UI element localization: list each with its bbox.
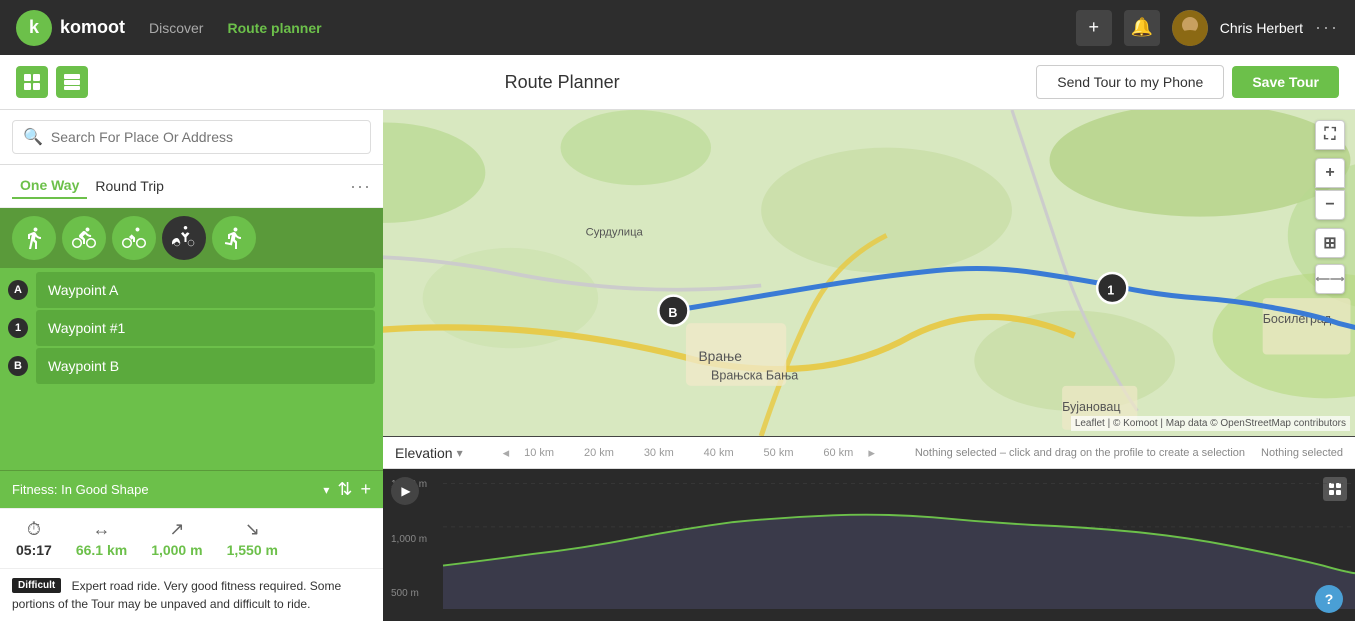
elevation-panel: Elevation ▾ ◂ 10 km 20 km 30 km 40 km 50… (383, 436, 1355, 621)
stat-descent-value: 1,550 m (227, 542, 278, 558)
stats-bar: ⏱ 05:17 ↔ 66.1 km ↗ 1,000 m ↘ 1,550 m (0, 508, 383, 568)
bearing-button[interactable]: ⟵⟶ (1315, 264, 1345, 294)
stat-ascent: ↗ 1,000 m (151, 519, 202, 558)
add-waypoint-button[interactable]: + (360, 479, 371, 500)
stat-descent: ↘ 1,550 m (227, 519, 278, 558)
more-options-icon[interactable]: ··· (1315, 17, 1339, 38)
waypoint-a: A (0, 272, 383, 308)
svg-text:Врањска Бања: Врањска Бања (711, 369, 798, 383)
elevation-chart[interactable]: ▶ 1,500 m 1,000 m 500 m (383, 469, 1355, 609)
user-name: Chris Herbert (1220, 20, 1303, 36)
waypoint-a-label: A (8, 280, 28, 300)
layout-button-1[interactable] (16, 66, 48, 98)
elevation-nothing-selected: Nothing selected (1261, 447, 1343, 459)
stat-ascent-value: 1,000 m (151, 542, 202, 558)
stat-distance-value: 66.1 km (76, 542, 127, 558)
elevation-title: Elevation (395, 445, 453, 461)
zoom-in-button[interactable]: + (1315, 158, 1345, 188)
search-input[interactable] (51, 129, 360, 145)
waypoint-1: 1 (0, 310, 383, 346)
activity-cycling[interactable] (62, 216, 106, 260)
one-way-button[interactable]: One Way (12, 173, 87, 199)
play-icon: ▶ (401, 484, 410, 498)
activity-running[interactable] (212, 216, 256, 260)
activity-bar (0, 208, 383, 268)
activity-mountain-bike[interactable] (112, 216, 156, 260)
elevation-header: Elevation ▾ ◂ 10 km 20 km 30 km 40 km 50… (383, 437, 1355, 469)
difficulty-description: Expert road ride. Very good fitness requ… (12, 579, 341, 611)
map-attribution: Leaflet | © Komoot | Map data © OpenStre… (1071, 416, 1350, 431)
elevation-svg (383, 469, 1355, 609)
nav-discover[interactable]: Discover (149, 20, 203, 36)
reorder-button[interactable]: ⇅ (337, 479, 352, 500)
fitness-label: Fitness: In Good Shape (12, 482, 315, 497)
waypoint-1-label: 1 (8, 318, 28, 338)
save-tour-button[interactable]: Save Tour (1232, 66, 1339, 98)
top-navigation: k komoot Discover Route planner + 🔔 Chri… (0, 0, 1355, 55)
elevation-notice: Nothing selected – click and drag on the… (915, 447, 1245, 459)
logo[interactable]: k komoot (16, 10, 125, 46)
time-icon: ⏱ (27, 519, 41, 540)
waypoint-b-label: B (8, 356, 28, 376)
map-container[interactable]: Врање Врањска Бања Бујановац Босилеград … (383, 110, 1355, 436)
logo-text: komoot (60, 17, 125, 38)
search-section: 🔍 (0, 110, 383, 165)
activity-road-bike[interactable] (162, 216, 206, 260)
waypoint-1-input[interactable] (36, 310, 375, 346)
left-panel: 🔍 One Way Round Trip ··· (0, 110, 383, 621)
notifications-button[interactable]: 🔔 (1124, 10, 1160, 46)
send-tour-button[interactable]: Send Tour to my Phone (1036, 65, 1224, 99)
difficulty-bar: Difficult Expert road ride. Very good fi… (0, 568, 383, 621)
fitness-bar: Fitness: In Good Shape ▾ ⇅ + (0, 470, 383, 508)
svg-text:Врање: Врање (698, 349, 742, 364)
waypoints-list: A 1 B (0, 268, 383, 470)
top-nav-right: + 🔔 Chris Herbert ··· (1076, 10, 1339, 46)
stat-distance: ↔ 66.1 km (76, 519, 127, 558)
trip-type-bar: One Way Round Trip ··· (0, 165, 383, 208)
logo-icon: k (16, 10, 52, 46)
page-title: Route Planner (96, 72, 1028, 93)
waypoint-a-input[interactable] (36, 272, 375, 308)
search-icon: 🔍 (23, 127, 43, 147)
fullscreen-button[interactable]: ⛶ (1315, 120, 1345, 150)
layers-button[interactable]: ⊞ (1315, 228, 1345, 258)
svg-text:Бујановац: Бујановац (1062, 400, 1120, 414)
avatar-image (1172, 10, 1208, 46)
svg-text:1: 1 (1107, 283, 1114, 297)
map-svg: Врање Врањска Бања Бујановац Босилеград … (383, 110, 1355, 436)
map-controls: ⛶ + − ⊞ ⟵⟶ (1315, 120, 1345, 294)
layout-button-2[interactable] (56, 66, 88, 98)
add-button[interactable]: + (1076, 10, 1112, 46)
waypoint-b-input[interactable] (36, 348, 375, 384)
fitness-actions: ⇅ + (337, 479, 371, 500)
round-trip-button[interactable]: Round Trip (87, 174, 171, 198)
stat-time-value: 05:17 (16, 542, 52, 558)
distance-icon: ↔ (93, 519, 111, 540)
map-area: Врање Врањска Бања Бујановац Босилеград … (383, 110, 1355, 621)
stat-time: ⏱ 05:17 (16, 519, 52, 558)
toolbar: Route Planner Send Tour to my Phone Save… (0, 55, 1355, 110)
svg-text:Босилеград: Босилеград (1263, 312, 1332, 326)
search-input-wrap[interactable]: 🔍 (12, 120, 371, 154)
activity-walking[interactable] (12, 216, 56, 260)
avatar[interactable] (1172, 10, 1208, 46)
help-button[interactable]: ? (1315, 585, 1343, 613)
svg-text:Сурдулица: Сурдулица (586, 226, 644, 238)
ascent-icon: ↗ (169, 519, 184, 540)
fitness-chevron-icon: ▾ (323, 483, 329, 497)
svg-text:B: B (668, 306, 677, 320)
difficulty-badge: Difficult (12, 578, 61, 593)
trip-options-icon[interactable]: ··· (350, 176, 371, 197)
main-layout: 🔍 One Way Round Trip ··· (0, 110, 1355, 621)
waypoint-b: B (0, 348, 383, 384)
zoom-out-button[interactable]: − (1315, 190, 1345, 220)
elevation-km-markers: 10 km 20 km 30 km 40 km 50 km 60 km (509, 447, 868, 459)
elevation-play-button[interactable]: ▶ (391, 477, 419, 505)
elev-next-button[interactable]: ▸ (868, 445, 875, 461)
nav-route-planner[interactable]: Route planner (227, 20, 321, 36)
descent-icon: ↘ (245, 519, 260, 540)
